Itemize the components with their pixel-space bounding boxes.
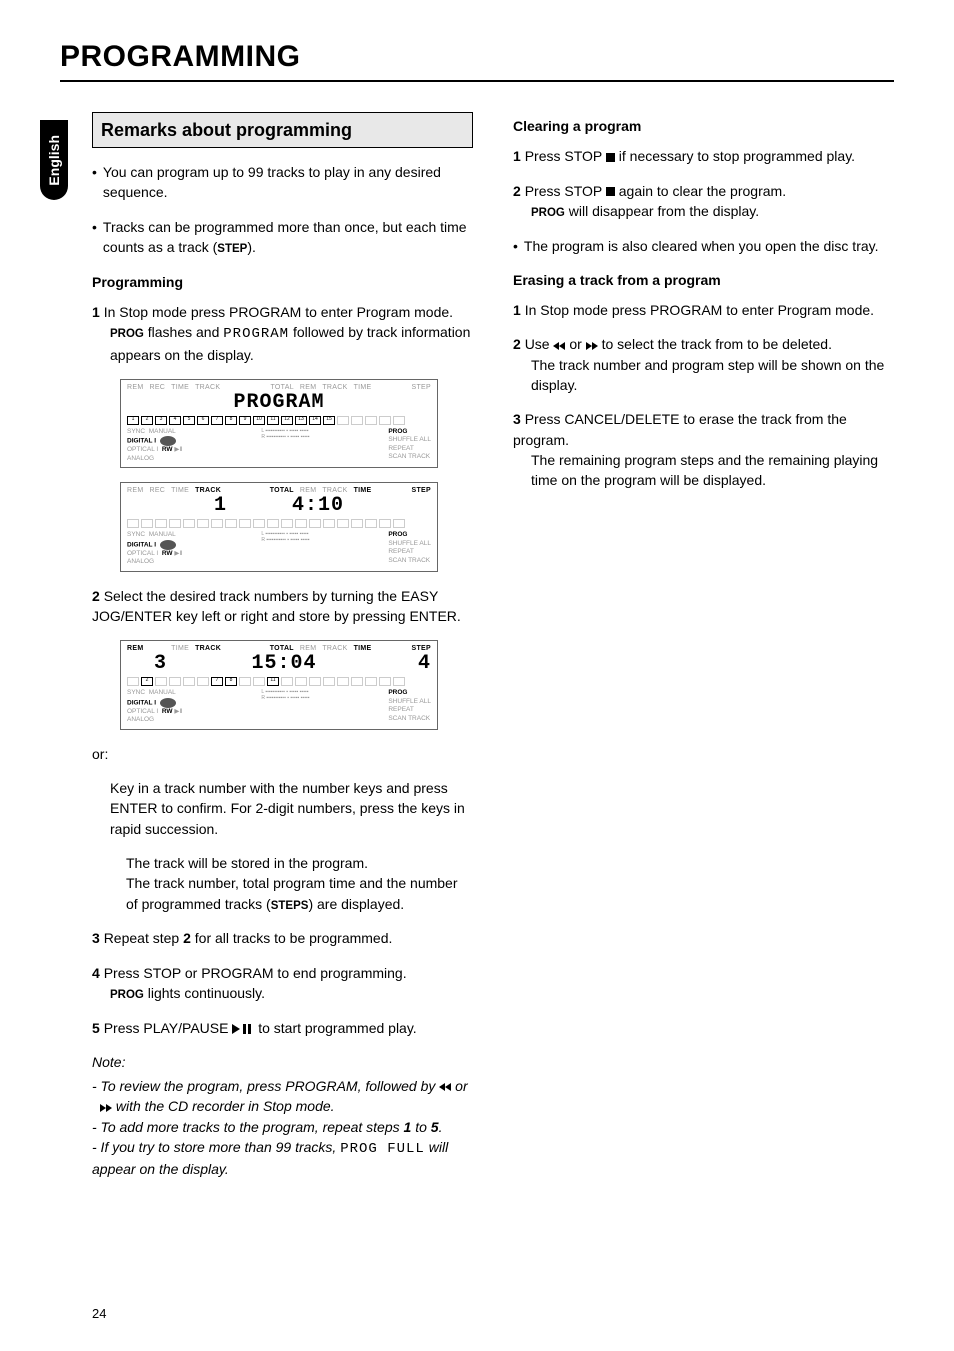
- bullet-item: • You can program up to 99 tracks to pla…: [92, 162, 473, 203]
- lcd-panel-3: REMREC TIMETRACK TOTAL REMTRACK TIME STE…: [120, 640, 438, 729]
- step-item: 1 Press STOP if necessary to stop progra…: [513, 146, 894, 166]
- rewind-icon: [553, 336, 565, 352]
- subheading: Clearing a program: [513, 116, 894, 136]
- step-item: 3 Press CANCEL/DELETE to erase the track…: [513, 409, 894, 490]
- body-text: You can program up to 99 tracks to play …: [103, 162, 473, 203]
- lcd-panel-1: REMREC TIMETRACK TOTAL REMTRACK TIME STE…: [120, 379, 438, 468]
- stop-icon: [606, 183, 615, 199]
- cd-sync-icon: [160, 698, 176, 708]
- body-text: The program is also cleared when you ope…: [524, 236, 879, 256]
- body-text: The track number, total program time and…: [126, 873, 473, 914]
- language-label: English: [46, 135, 62, 186]
- subheading: Programming: [92, 272, 473, 292]
- body-text: The track will be stored in the program.: [126, 853, 473, 873]
- lcd-panel-2: REMREC TIMETRACK TOTAL REMTRACK TIME STE…: [120, 482, 438, 571]
- rewind-icon: [439, 1078, 451, 1094]
- step-item: 1 In Stop mode press PROGRAM to enter Pr…: [92, 302, 473, 365]
- step-item: 3 Repeat step 2 for all tracks to be pro…: [92, 928, 473, 948]
- right-column: Clearing a program 1 Press STOP if neces…: [513, 112, 894, 1180]
- language-tab: English: [40, 120, 68, 200]
- bullet-item: • Tracks can be programmed more than onc…: [92, 217, 473, 258]
- step-item: 2 Use or to select the track from to be …: [513, 334, 894, 395]
- section-heading: Remarks about programming: [92, 112, 473, 148]
- cd-sync-icon: [160, 540, 176, 550]
- step-item: 2 Press STOP again to clear the program.…: [513, 181, 894, 222]
- step-item: 5 Press PLAY/PAUSE to start programmed p…: [92, 1018, 473, 1038]
- chapter-title: PROGRAMMING: [60, 40, 894, 74]
- left-column: Remarks about programming • You can prog…: [92, 112, 473, 1180]
- step-item: 2 Select the desired track numbers by tu…: [92, 586, 473, 627]
- fast-forward-icon: [100, 1098, 112, 1114]
- chapter-rule: [60, 80, 894, 82]
- bullet-item: • The program is also cleared when you o…: [513, 236, 894, 256]
- note-block: Note: - To review the program, press PRO…: [92, 1052, 473, 1180]
- play-pause-icon: [232, 1020, 254, 1036]
- step-item: 4 Press STOP or PROGRAM to end programmi…: [92, 963, 473, 1004]
- step-item: 1 In Stop mode press PROGRAM to enter Pr…: [513, 300, 894, 320]
- page-number: 24: [92, 1306, 106, 1321]
- body-text: Tracks can be programmed more than once,…: [103, 217, 473, 258]
- body-text: Key in a track number with the number ke…: [110, 778, 473, 839]
- or-label: or:: [92, 744, 473, 764]
- stop-icon: [606, 148, 615, 164]
- cd-sync-icon: [160, 436, 176, 446]
- subheading: Erasing a track from a program: [513, 270, 894, 290]
- fast-forward-icon: [586, 336, 598, 352]
